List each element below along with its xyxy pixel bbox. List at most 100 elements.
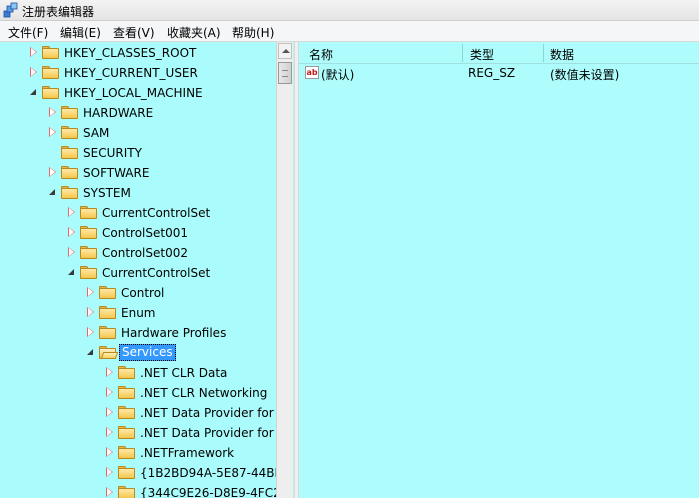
tree-node-label: HKEY_CLASSES_ROOT	[64, 46, 197, 60]
folder-icon	[99, 286, 117, 300]
tree-node[interactable]: SECURITY	[0, 143, 276, 163]
tree-node[interactable]: Enum	[0, 303, 276, 323]
folder-icon	[118, 426, 136, 440]
expand-arrow-icon[interactable]	[106, 447, 114, 457]
tree-node-label: CurrentControlSet	[102, 206, 211, 220]
list-item[interactable]: ab (默认) REG_SZ (数值未设置)	[299, 64, 699, 83]
column-header-data[interactable]: 数据	[550, 46, 574, 63]
expand-arrow-icon[interactable]	[49, 127, 57, 137]
folder-icon	[80, 246, 98, 260]
folder-icon	[61, 186, 79, 200]
expand-arrow-icon[interactable]	[87, 307, 95, 317]
tree-node-label: CurrentControlSet	[102, 266, 211, 280]
expand-arrow-icon[interactable]	[30, 47, 38, 57]
folder-icon	[61, 106, 79, 120]
expand-arrow-icon[interactable]	[106, 407, 114, 417]
expand-arrow-icon[interactable]	[87, 327, 95, 337]
expand-arrow-icon[interactable]	[49, 107, 57, 117]
key-tree-pane[interactable]: HKEY_CLASSES_ROOT HKEY_CURRENT_USER HKEY_L…	[0, 42, 294, 498]
tree-node[interactable]: CurrentControlSet	[0, 263, 276, 283]
expand-arrow-icon[interactable]	[68, 207, 76, 217]
folder-icon	[118, 486, 136, 498]
folder-icon	[118, 406, 136, 420]
column-divider[interactable]	[462, 44, 463, 62]
tree-node[interactable]: Control	[0, 283, 276, 303]
tree-node-label: Services	[119, 344, 176, 361]
tree-node[interactable]: HKEY_CLASSES_ROOT	[0, 43, 276, 63]
tree-node-label: ControlSet001	[102, 226, 188, 240]
tree-node-label: ControlSet002	[102, 246, 188, 260]
tree-node[interactable]: {344C9E26-D8E9-4FC2-	[0, 483, 276, 498]
tree-node-label: .NETFramework	[140, 446, 235, 460]
tree-node-label: .NET CLR Networking	[140, 386, 268, 400]
scroll-up-arrow-icon[interactable]	[278, 43, 292, 59]
tree-node-label: Enum	[121, 306, 156, 320]
expand-arrow-icon[interactable]	[106, 387, 114, 397]
column-divider[interactable]	[543, 44, 544, 62]
expand-arrow-icon[interactable]	[106, 467, 114, 477]
expand-arrow-icon[interactable]	[106, 427, 114, 437]
expand-arrow-icon[interactable]	[68, 227, 76, 237]
tree-node-label: Control	[121, 286, 165, 300]
tree-node[interactable]: CurrentControlSet	[0, 203, 276, 223]
menu-bar: 文件(F) 编辑(E) 查看(V) 收藏夹(A) 帮助(H)	[0, 21, 699, 42]
column-header-name[interactable]: 名称	[309, 46, 333, 63]
menu-favorites[interactable]: 收藏夹(A)	[167, 24, 221, 41]
collapse-arrow-icon[interactable]	[68, 268, 76, 276]
folder-icon	[42, 66, 60, 80]
key-tree[interactable]: HKEY_CLASSES_ROOT HKEY_CURRENT_USER HKEY_L…	[0, 42, 276, 498]
menu-view[interactable]: 查看(V)	[113, 24, 155, 41]
tree-node-label: .NET Data Provider for	[140, 426, 274, 440]
tree-node[interactable]: Hardware Profiles	[0, 323, 276, 343]
values-list-pane[interactable]: 名称 类型 数据 ab (默认) REG_SZ (数值未设置)	[299, 42, 699, 498]
tree-node[interactable]: SOFTWARE	[0, 163, 276, 183]
expand-arrow-icon[interactable]	[49, 167, 57, 177]
tree-node[interactable]: HKEY_LOCAL_MACHINE	[0, 83, 276, 103]
tree-node[interactable]: SAM	[0, 123, 276, 143]
tree-node[interactable]: ControlSet001	[0, 223, 276, 243]
string-value-icon: ab	[305, 66, 319, 79]
tree-node-label: SECURITY	[83, 146, 142, 160]
collapse-arrow-icon[interactable]	[30, 88, 38, 96]
open-folder-icon	[99, 346, 119, 360]
tree-node[interactable]: {1B2BD94A-5E87-44BD	[0, 463, 276, 483]
menu-help[interactable]: 帮助(H)	[232, 24, 274, 41]
tree-node-label: {1B2BD94A-5E87-44BD	[140, 466, 276, 480]
column-header-type[interactable]: 类型	[470, 46, 494, 63]
tree-node-label: HKEY_LOCAL_MACHINE	[64, 86, 203, 100]
tree-node[interactable]: .NET CLR Data	[0, 363, 276, 383]
tree-vertical-scrollbar[interactable]	[276, 42, 293, 498]
tree-node-label: {344C9E26-D8E9-4FC2-	[140, 486, 276, 498]
folder-icon	[118, 466, 136, 480]
folder-icon	[80, 206, 98, 220]
folder-icon	[99, 306, 117, 320]
tree-node[interactable]: .NET Data Provider for	[0, 423, 276, 443]
tree-node[interactable]: HKEY_CURRENT_USER	[0, 63, 276, 83]
tree-node[interactable]: HARDWARE	[0, 103, 276, 123]
list-header: 名称 类型 数据	[299, 42, 699, 64]
folder-icon	[42, 86, 60, 100]
tree-node[interactable]: SYSTEM	[0, 183, 276, 203]
tree-node[interactable]: .NETFramework	[0, 443, 276, 463]
expand-arrow-icon[interactable]	[68, 247, 76, 257]
expand-arrow-icon[interactable]	[106, 487, 114, 497]
menu-edit[interactable]: 编辑(E)	[60, 24, 101, 41]
collapse-arrow-icon[interactable]	[87, 348, 95, 356]
tree-node[interactable]: .NET Data Provider for	[0, 403, 276, 423]
scroll-thumb[interactable]	[278, 62, 292, 84]
menu-file[interactable]: 文件(F)	[8, 24, 48, 41]
folder-icon	[118, 366, 136, 380]
folder-icon	[61, 126, 79, 140]
tree-node[interactable]: .NET CLR Networking	[0, 383, 276, 403]
tree-node[interactable]: ControlSet002	[0, 243, 276, 263]
folder-icon	[118, 446, 136, 460]
value-type: REG_SZ	[468, 66, 516, 80]
expand-arrow-icon[interactable]	[30, 67, 38, 77]
folder-icon	[99, 326, 117, 340]
expand-arrow-icon[interactable]	[87, 287, 95, 297]
tree-node[interactable]: Services	[0, 343, 276, 363]
value-data: (数值未设置)	[550, 68, 620, 82]
collapse-arrow-icon[interactable]	[49, 188, 57, 196]
expand-arrow-icon[interactable]	[106, 367, 114, 377]
tree-node-label: .NET Data Provider for	[140, 406, 274, 420]
